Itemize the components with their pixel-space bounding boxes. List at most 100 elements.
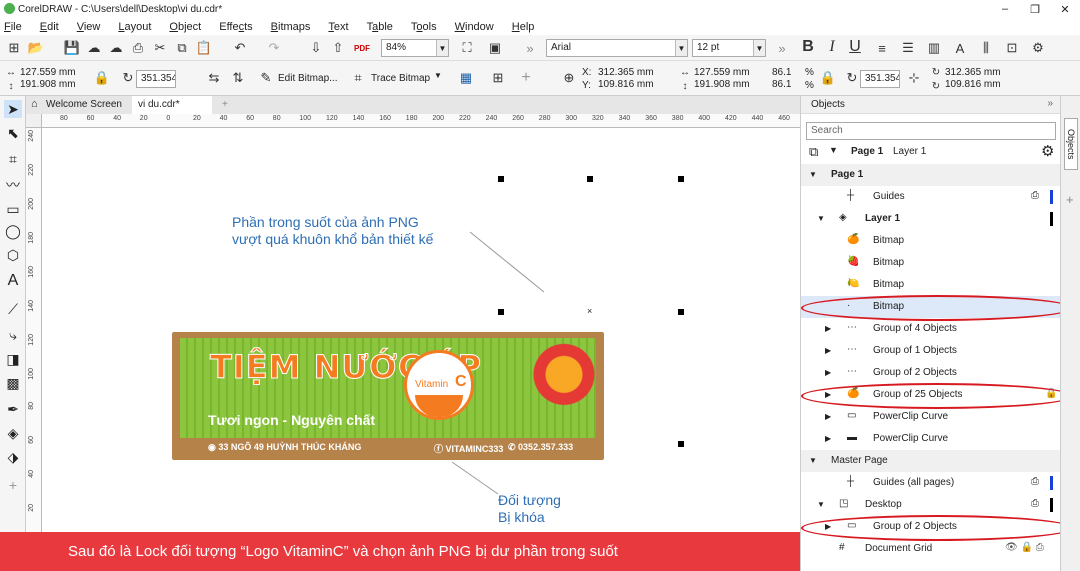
object-tree-row[interactable]: ▶ ⋯ Group of 4 Objects: [801, 318, 1061, 340]
object-tree-row[interactable]: ▼ Page 1: [801, 164, 1061, 186]
ruler-origin[interactable]: [26, 114, 42, 128]
add-tool-icon[interactable]: +: [4, 476, 22, 494]
columns-icon[interactable]: ▥: [926, 40, 942, 56]
shape-tool-icon[interactable]: ⬉: [4, 124, 22, 142]
menu-item[interactable]: Text: [328, 21, 348, 33]
drawing-canvas[interactable]: × Phần trong suốt của ảnh PNG vượt quá k…: [42, 128, 800, 532]
object-tree-row[interactable]: # Document Grid 👁 🔒 ⎙: [801, 538, 1061, 560]
object-tree-row[interactable]: ▶ ⋯ Group of 1 Objects: [801, 340, 1061, 362]
zoom-level-field[interactable]: 84% ▼: [381, 39, 449, 57]
lock-ratio-icon[interactable]: 🔒: [94, 70, 110, 86]
mirror-horizontal-icon[interactable]: ⇆: [206, 70, 222, 86]
edit-bitmap-button[interactable]: Edit Bitmap...: [278, 73, 337, 84]
chevron-down-icon[interactable]: ▼: [436, 40, 448, 56]
undo-icon[interactable]: ↶: [232, 40, 248, 56]
chevron-right-icon[interactable]: ▶: [825, 368, 831, 377]
menu-item[interactable]: Bitmaps: [271, 21, 311, 33]
trace-dropdown-icon[interactable]: ▼: [434, 71, 442, 80]
font-size-field[interactable]: 12 pt ▼: [692, 39, 766, 57]
juice-glasses-image[interactable]: [510, 332, 600, 438]
object-tree-row[interactable]: ▶ ▭ PowerClip Curve: [801, 406, 1061, 428]
list-icon[interactable]: ☰: [900, 40, 916, 56]
menu-item[interactable]: Layout: [118, 21, 151, 33]
menu-item[interactable]: Help: [512, 21, 535, 33]
object-tree-row[interactable]: ▶ ⋯ Group of 2 Objects: [801, 362, 1061, 384]
object-height-field[interactable]: 191.908 mm: [16, 77, 88, 95]
chevron-down-icon[interactable]: ▼: [817, 500, 825, 509]
italic-button[interactable]: I: [824, 38, 840, 55]
object-tree-row[interactable]: 🍊 Bitmap: [801, 230, 1061, 252]
rotation-angle-field[interactable]: 351.354: [136, 70, 176, 88]
text-icon[interactable]: A: [952, 40, 968, 56]
object-tree-row[interactable]: 🍓 Bitmap: [801, 252, 1061, 274]
object-tree-row[interactable]: ▼ Master Page: [801, 450, 1061, 472]
origin-icon[interactable]: ⊹: [906, 70, 922, 86]
vertical-ruler[interactable]: 240 220 200 180 160 140 120 100 80 60 40 20: [26, 114, 42, 532]
menu-item[interactable]: File: [4, 21, 22, 33]
printable-icon[interactable]: ⎙: [1031, 498, 1039, 509]
import-icon[interactable]: ⇩: [308, 40, 324, 56]
objects-side-tab-label[interactable]: Objects: [1064, 118, 1078, 170]
printable-icon[interactable]: ⎙: [1031, 476, 1039, 487]
tab-document[interactable]: vi du.cdr*: [132, 96, 212, 114]
settings-icon[interactable]: ⚙: [1030, 40, 1046, 56]
align-icon[interactable]: ≡: [874, 40, 890, 56]
banner-wood-frame[interactable]: TIỆM NƯỚC ÉP Tươi ngon - Nguyên chất Vit…: [172, 332, 604, 460]
add-icon[interactable]: +: [518, 69, 534, 86]
horizontal-ruler[interactable]: 80 60 40 20 0 20 40 60 80 100 120 140 160 180 200 220 24…: [42, 114, 800, 128]
object-tree-row[interactable]: ▼ ◈ Layer 1: [801, 208, 1061, 230]
chevron-down-icon[interactable]: ▼: [753, 40, 765, 56]
object-tree-row[interactable]: 🍋 Bitmap: [801, 274, 1061, 296]
search-input[interactable]: Search: [806, 122, 1056, 140]
menu-item[interactable]: Object: [169, 21, 201, 33]
zoom-to-page-icon[interactable]: ⛶: [459, 40, 475, 56]
pdf-icon[interactable]: PDF: [354, 40, 370, 56]
full-screen-icon[interactable]: ▣: [487, 40, 503, 56]
menu-item[interactable]: View: [77, 21, 101, 33]
y-position-field[interactable]: 109.816 mm: [594, 77, 674, 95]
freehand-tool-icon[interactable]: 〰: [4, 176, 22, 194]
layer-manager-icon[interactable]: ⧉: [809, 144, 818, 160]
chevron-right-icon[interactable]: ▶: [825, 324, 831, 333]
chevron-down-icon[interactable]: ▼: [817, 214, 825, 223]
resample-icon[interactable]: ⊞: [490, 70, 506, 86]
dropdown-chevron-icon[interactable]: ▼: [829, 145, 838, 155]
drop-shadow-tool-icon[interactable]: ◨: [4, 350, 22, 368]
add-docker-icon[interactable]: +: [1066, 192, 1074, 207]
menu-item[interactable]: Window: [455, 21, 494, 33]
tab-welcome-screen[interactable]: ⌂ Welcome Screen: [26, 96, 130, 114]
bold-button[interactable]: B: [800, 38, 816, 55]
chevron-down-icon[interactable]: ▼: [675, 40, 687, 56]
chevron-down-icon[interactable]: ▼: [809, 170, 817, 179]
objects-side-tab[interactable]: Objects +: [1060, 96, 1080, 571]
paste-icon[interactable]: 📋: [196, 40, 212, 56]
copy-icon[interactable]: ⧉: [174, 40, 190, 56]
object-tree-row[interactable]: ▶ ▬ PowerClip Curve: [801, 428, 1061, 450]
add-tab-button[interactable]: +: [216, 96, 234, 114]
chevron-right-icon[interactable]: ▶: [825, 412, 831, 421]
bitmap-mask-icon[interactable]: ▦: [458, 70, 474, 86]
close-button[interactable]: ✕: [1050, 0, 1080, 18]
chevron-right-icon[interactable]: ▶: [825, 346, 831, 355]
menu-item[interactable]: Tools: [411, 21, 437, 33]
smart-fill-tool-icon[interactable]: ⬗: [4, 448, 22, 466]
chevron-right-icon[interactable]: ▶: [825, 434, 831, 443]
settings-gear-icon[interactable]: ⚙: [1041, 142, 1054, 160]
text-frame-icon[interactable]: ⊡: [1004, 40, 1020, 56]
grid-visibility-icons[interactable]: 👁 🔒 ⎙: [1005, 542, 1044, 553]
overflow-chevron-icon[interactable]: »: [522, 40, 538, 56]
chevron-down-icon[interactable]: ▼: [809, 456, 817, 465]
object-tree-row[interactable]: ▼ ◳ Desktop ⎙: [801, 494, 1061, 516]
dimension-tool-icon[interactable]: ⟋: [4, 300, 22, 318]
underline-button[interactable]: U: [847, 38, 863, 55]
text-tool-icon[interactable]: A: [4, 272, 22, 290]
connector-tool-icon[interactable]: ⤷: [4, 326, 22, 344]
scale-y-field[interactable]: 86.1: [768, 77, 802, 95]
menu-item[interactable]: Table: [367, 21, 393, 33]
open-folder-icon[interactable]: 📂: [28, 40, 44, 56]
font-family-field[interactable]: Arial ▼: [546, 39, 688, 57]
redo-icon[interactable]: ↷: [266, 40, 282, 56]
vitamin-c-logo[interactable]: Vitamin C: [404, 350, 474, 420]
rectangle-tool-icon[interactable]: ▭: [4, 200, 22, 218]
export-icon[interactable]: ⇧: [330, 40, 346, 56]
